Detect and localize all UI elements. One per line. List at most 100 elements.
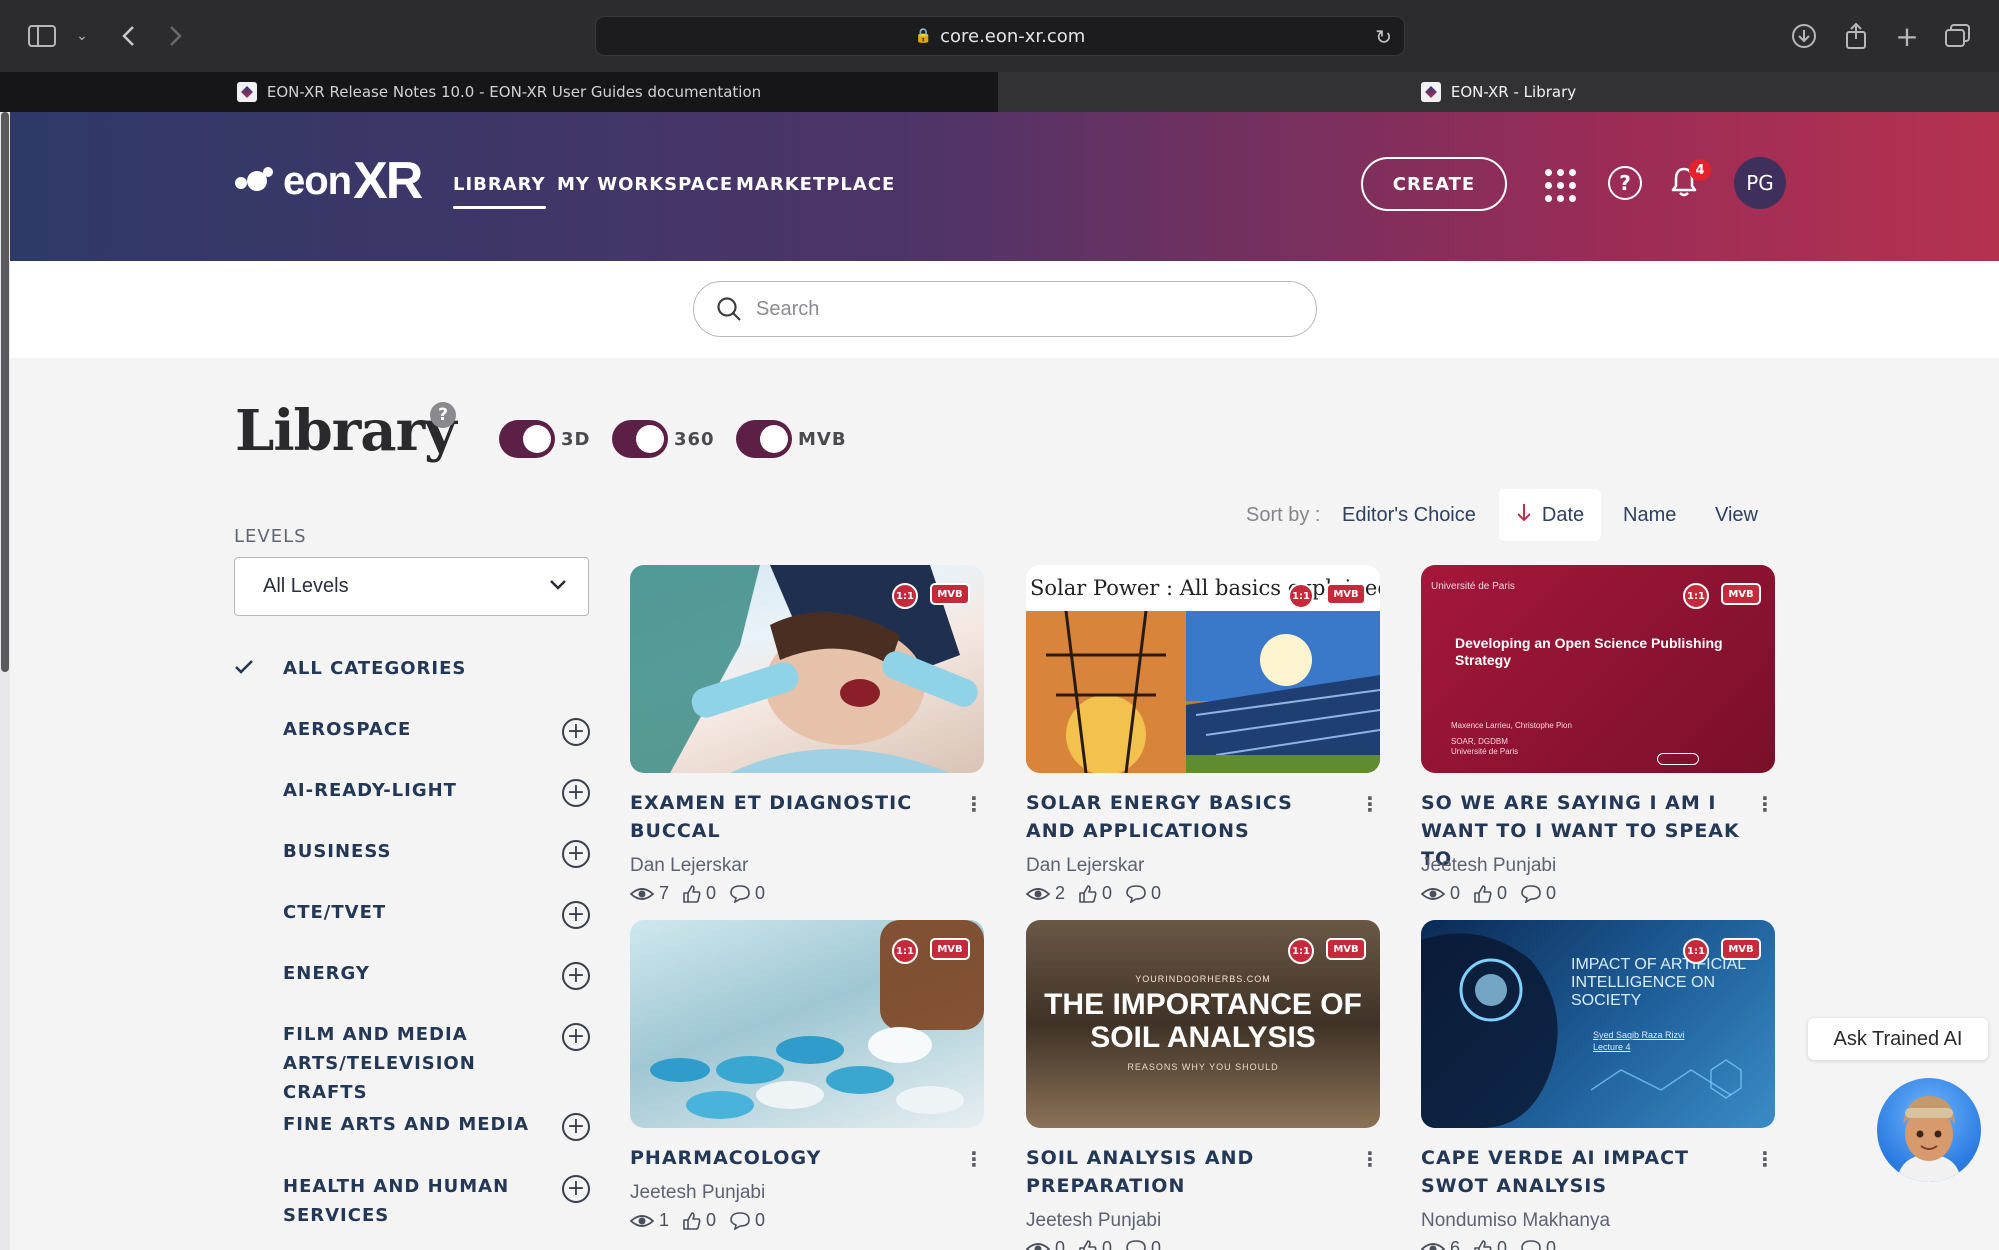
create-button[interactable]: CREATE — [1361, 157, 1507, 211]
content-card[interactable]: Solar Power : All basics explained 1:1 M… — [1026, 565, 1380, 903]
comment-count: 0 — [755, 1210, 766, 1230]
back-icon[interactable] — [112, 20, 144, 52]
view-count: 2 — [1055, 883, 1066, 903]
forward-icon[interactable] — [160, 20, 192, 52]
eye-icon — [1026, 1242, 1050, 1250]
sort-label: Sort by : — [1246, 504, 1321, 526]
share-icon[interactable] — [1840, 20, 1872, 52]
toggle-mvb[interactable]: MVB — [736, 420, 847, 458]
sort-date-label: Date — [1541, 503, 1585, 526]
sort-editors-choice[interactable]: Editor's Choice — [1342, 504, 1476, 527]
download-icon[interactable] — [1788, 20, 1820, 52]
card-title[interactable]: EXAMEN ET DIAGNOSTIC BUCCAL — [630, 789, 950, 845]
browser-tab-release-notes[interactable]: EON-XR Release Notes 10.0 - EON-XR User … — [0, 72, 998, 112]
chevron-down-icon[interactable]: ⌄ — [66, 20, 98, 52]
view-count: 1 — [659, 1210, 670, 1230]
expand-plus-icon[interactable]: + — [562, 962, 590, 990]
chevron-down-icon — [550, 580, 566, 590]
logo-text-xr: XR — [353, 152, 423, 210]
expand-plus-icon[interactable]: + — [562, 1175, 590, 1203]
nav-my-workspace[interactable]: MY WORKSPACE — [557, 174, 733, 195]
category-ai-ready-light[interactable]: AI-READY-LIGHT — [283, 776, 563, 805]
toggle-3d[interactable]: 3D — [499, 420, 590, 458]
card-author: Dan Lejerskar — [1026, 855, 1145, 876]
expand-plus-icon[interactable]: + — [562, 1113, 590, 1141]
card-title[interactable]: SOLAR ENERGY BASICS AND APPLICATIONS — [1026, 789, 1346, 845]
content-card[interactable]: 1:1 MVB PHARMACOLOGY ⋮ Jeetesh Punjabi 1… — [630, 920, 984, 1230]
expand-plus-icon[interactable]: + — [562, 901, 590, 929]
toggle-switch[interactable] — [499, 420, 555, 458]
notification-badge: 4 — [1689, 159, 1711, 181]
url-text: core.eon-xr.com — [940, 25, 1086, 47]
eye-icon — [1026, 887, 1050, 900]
thumbnail-org: Université de Paris — [1431, 581, 1515, 592]
category-cte-tvet[interactable]: CTE/TVET — [283, 898, 563, 927]
card-title[interactable]: CAPE VERDE AI IMPACT SWOT ANALYSIS — [1421, 1144, 1741, 1200]
scrollbar-thumb[interactable] — [1, 112, 9, 672]
apps-grid-icon[interactable] — [1543, 168, 1577, 202]
card-author: Nondumiso Makhanya — [1421, 1210, 1611, 1231]
levels-dropdown[interactable]: All Levels — [234, 557, 589, 616]
more-vertical-icon[interactable]: ⋮ — [1360, 1148, 1380, 1170]
browser-tab-library[interactable]: EON-XR - Library — [998, 72, 1999, 112]
page-scrollbar[interactable] — [0, 112, 10, 1250]
content-card[interactable]: Université de Paris Developing an Open S… — [1421, 565, 1775, 903]
like-count: 0 — [1102, 1238, 1113, 1250]
card-thumbnail[interactable]: 1:1 MVB — [630, 920, 984, 1128]
category-business[interactable]: BUSINESS — [283, 837, 563, 866]
toggle-switch[interactable] — [612, 420, 668, 458]
category-energy[interactable]: ENERGY — [283, 959, 563, 988]
tab-overview-icon[interactable] — [1942, 20, 1974, 52]
user-avatar[interactable]: PG — [1734, 157, 1786, 209]
nav-library[interactable]: LIBRARY — [453, 174, 546, 209]
content-card[interactable]: YOURINDOORHERBS.COM THE IMPORTANCE OF SO… — [1026, 920, 1380, 1250]
toggle-switch[interactable] — [736, 420, 792, 458]
card-stats: 2 0 0 — [1026, 883, 1175, 904]
card-thumbnail[interactable]: 1:1 MVB — [630, 565, 984, 773]
search-box[interactable] — [693, 281, 1317, 337]
more-vertical-icon[interactable]: ⋮ — [964, 1148, 984, 1170]
eon-xr-logo[interactable]: eon XR — [235, 152, 423, 210]
more-vertical-icon[interactable]: ⋮ — [1755, 1148, 1775, 1170]
library-help-icon[interactable]: ? — [430, 402, 456, 428]
content-card[interactable]: 1:1 MVB EXAMEN ET DIAGNOSTIC BUCCAL ⋮ Da… — [630, 565, 984, 903]
help-icon[interactable]: ? — [1608, 166, 1642, 200]
category-fine-arts[interactable]: FINE ARTS AND MEDIA — [283, 1110, 563, 1139]
category-aerospace[interactable]: AEROSPACE — [283, 715, 563, 744]
sort-view[interactable]: View — [1715, 504, 1758, 527]
expand-plus-icon[interactable]: + — [562, 1023, 590, 1051]
eye-icon — [1421, 1242, 1445, 1250]
reload-icon[interactable]: ↻ — [1375, 25, 1392, 49]
ai-assistant-avatar[interactable] — [1877, 1078, 1981, 1182]
more-vertical-icon[interactable]: ⋮ — [1360, 793, 1380, 815]
expand-plus-icon[interactable]: + — [562, 840, 590, 868]
expand-plus-icon[interactable]: + — [562, 779, 590, 807]
card-thumbnail[interactable]: Université de Paris Developing an Open S… — [1421, 565, 1775, 773]
card-thumbnail[interactable]: Solar Power : All basics explained 1:1 M… — [1026, 565, 1380, 773]
ask-trained-ai-button[interactable]: Ask Trained AI — [1808, 1018, 1988, 1060]
like-count: 0 — [706, 883, 717, 903]
nav-marketplace[interactable]: MARKETPLACE — [736, 174, 895, 195]
toggle-360[interactable]: 360 — [612, 420, 715, 458]
sort-name[interactable]: Name — [1623, 504, 1676, 527]
expand-plus-icon[interactable]: + — [562, 718, 590, 746]
card-thumbnail[interactable]: IMPACT OF ARTIFICIAL INTELLIGENCE ON SOC… — [1421, 920, 1775, 1128]
ratio-badge: 1:1 — [1683, 583, 1709, 609]
view-count: 6 — [1450, 1238, 1461, 1250]
card-title[interactable]: PHARMACOLOGY — [630, 1144, 950, 1172]
search-input[interactable] — [756, 297, 1256, 321]
address-bar[interactable]: 🔒 core.eon-xr.com ↻ — [595, 16, 1405, 56]
sort-date[interactable]: Date — [1499, 489, 1601, 541]
card-thumbnail[interactable]: YOURINDOORHERBS.COM THE IMPORTANCE OF SO… — [1026, 920, 1380, 1128]
card-title[interactable]: SOIL ANALYSIS AND PREPARATION — [1026, 1144, 1346, 1200]
comment-icon — [730, 884, 750, 903]
more-vertical-icon[interactable]: ⋮ — [1755, 793, 1775, 815]
category-all[interactable]: ALL CATEGORIES — [283, 654, 563, 683]
sidebar-toggle-icon[interactable] — [26, 20, 58, 52]
content-card[interactable]: IMPACT OF ARTIFICIAL INTELLIGENCE ON SOC… — [1421, 920, 1775, 1250]
category-health[interactable]: HEALTH AND HUMAN SERVICES — [283, 1172, 563, 1230]
category-film-and-media[interactable]: FILM AND MEDIA ARTS/TELEVISION CRAFTS — [283, 1020, 563, 1107]
new-tab-icon[interactable]: + — [1891, 20, 1923, 53]
logo-text-eon: eon — [283, 158, 352, 203]
more-vertical-icon[interactable]: ⋮ — [964, 793, 984, 815]
